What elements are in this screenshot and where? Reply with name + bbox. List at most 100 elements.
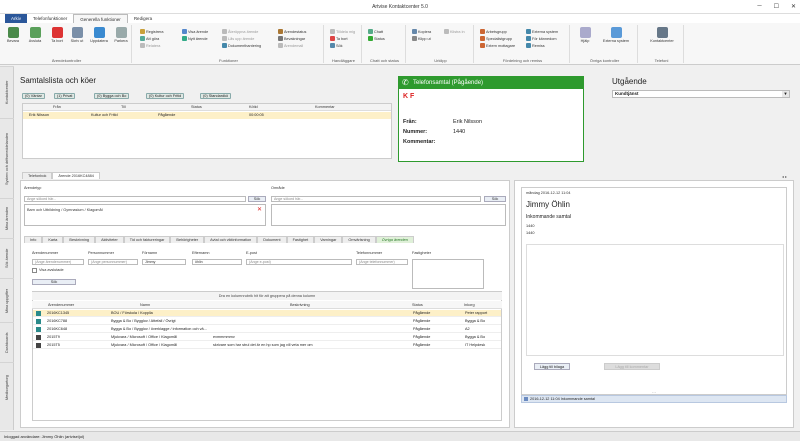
col-beskrivning[interactable]: Beskrivning — [290, 303, 310, 307]
table-row[interactable]: 2016KC1345 BOU / Förskola / Kopplla Pågåen… — [33, 310, 501, 317]
table-row[interactable]: 2015T9 Mjukvara / Microsoft / Office / Kl… — [33, 334, 501, 341]
menu-redigera[interactable]: Redigera — [128, 14, 158, 23]
tab-behorigheter[interactable]: Behörigheter — [170, 236, 205, 243]
att-gora-button[interactable]: Att göra — [140, 36, 159, 41]
col-status[interactable]: Status — [412, 303, 423, 307]
menu-telefonfunktioner[interactable]: Telefonfunktioner — [27, 14, 73, 23]
history-item[interactable]: 2016-12-12 11:04 Inkommande samtal — [521, 395, 787, 403]
relatera-button[interactable]: Relatera — [140, 43, 160, 48]
queue-chip-vantar[interactable]: (0) Väntar — [22, 93, 45, 99]
avsluta-button[interactable]: Avsluta — [26, 27, 44, 43]
arendetyp-search-button[interactable]: Sök — [248, 196, 266, 202]
show-closed-checkbox[interactable] — [32, 268, 37, 273]
queue-chip-standardko[interactable]: (0) Standardkö — [200, 93, 232, 99]
sidebar-item-mina-uppgifter[interactable]: Mina uppgifter — [0, 278, 14, 322]
col-fran[interactable]: Från — [53, 105, 61, 109]
specialistgrupp-button[interactable]: Specialistgrupp — [480, 36, 512, 41]
tab-omvarlsning[interactable]: Omvärlsning — [342, 236, 376, 243]
menu-generella-funktioner[interactable]: Generella funktioner — [73, 14, 128, 23]
tab-ovriga-arenden[interactable]: Övriga ärenden — [375, 236, 414, 243]
col-status[interactable]: Status — [191, 105, 202, 109]
kopiera-button[interactable]: Kopiera — [412, 29, 431, 34]
chevron-down-icon[interactable]: ▾ — [782, 91, 789, 97]
arendestatus-button[interactable]: Ärendestatus — [278, 29, 306, 34]
sok-handlaggare-button[interactable]: Sök — [330, 43, 343, 48]
add-attachment-button[interactable]: Lägg till bilaga — [534, 363, 570, 370]
detail-body[interactable] — [526, 244, 784, 356]
queue-chip-kultur[interactable]: (0) Kultur och Fritid — [146, 93, 185, 99]
extern-mottagare-button[interactable]: Extern mottagare — [480, 43, 515, 48]
arendemall-button[interactable]: Ärendemall — [278, 43, 303, 48]
klipp-ut-button[interactable]: Klipp ut — [412, 36, 431, 41]
remiss-button[interactable]: Remiss — [526, 43, 545, 48]
visa-arende-button[interactable]: Visa ärende — [182, 29, 208, 34]
omrade-input[interactable]: Ange sökord här... — [271, 196, 481, 202]
tab-info[interactable]: Info — [24, 236, 43, 243]
tab-varningar[interactable]: Varningar — [314, 236, 343, 243]
sidebar-item-sok-arende[interactable]: Sök ärende — [0, 238, 14, 278]
externa-system-button[interactable]: Externa system — [598, 27, 634, 43]
for-kannedom-button[interactable]: För kännedom — [526, 36, 556, 41]
ta-bort-button[interactable]: Ta bort — [48, 27, 66, 43]
outgoing-select[interactable]: Kundtjänst ▾ — [612, 90, 790, 98]
table-row[interactable]: 2015T5 Mjukvara / Microsoft / Office / Kl… — [33, 342, 501, 349]
tab-arende[interactable]: Ärende 2016KC4884 — [52, 172, 100, 179]
queue-chip-bygga[interactable]: (0) Bygga och Bo — [94, 93, 130, 99]
table-row[interactable]: 2016KC648 Bygga & Bo / Bygglov / överklag… — [33, 326, 501, 333]
dokumenthantering-button[interactable]: Dokumenthantering — [222, 43, 261, 48]
tab-aktiviteter[interactable]: Aktiviteter — [95, 236, 124, 243]
col-namn[interactable]: Namn — [140, 303, 150, 307]
filter-arendenummer[interactable]: (Ange ärendenummer) — [32, 259, 84, 265]
klistra-in-button[interactable]: Klistra in — [444, 29, 465, 34]
sidebar-item-dashboards[interactable]: Dashboards — [0, 322, 14, 362]
col-inkorg[interactable]: Inkorg — [464, 303, 475, 307]
add-comment-button[interactable]: Lägg till kommentar — [604, 363, 660, 370]
hjalp-button[interactable]: Hjälp — [576, 27, 594, 43]
maximize-icon[interactable]: ☐ — [774, 3, 779, 10]
skriv-ut-button[interactable]: Skriv ut — [68, 27, 86, 43]
sidebar-item-system[interactable]: System och driftsmeddelanden — [0, 118, 14, 198]
filter-telefonnummer[interactable]: (Ange telefonnummer) — [356, 259, 408, 265]
filter-personnummer[interactable]: (Ange personnummer) — [88, 259, 138, 265]
table-row[interactable]: 2016KC788 Bygga & Bo / Bygglov / Attefall… — [33, 318, 501, 325]
bevakningar-button[interactable]: Bevakningar — [278, 36, 305, 41]
registrera-button[interactable]: Registrera — [140, 29, 164, 34]
filter-efternamn[interactable]: öhlin — [192, 259, 242, 265]
status-button[interactable]: Status — [368, 36, 385, 41]
col-kotid[interactable]: Kötid — [249, 105, 258, 109]
uppdatera-button[interactable]: Uppdatera — [90, 27, 108, 43]
col-kommentar[interactable]: Kommentar — [315, 105, 335, 109]
las-upp-arende-button[interactable]: Lås upp ärende — [222, 36, 254, 41]
sidebar-item-kontaktcenter[interactable]: Kontaktcenter — [0, 66, 14, 118]
tilldela-mig-button[interactable]: Tilldela mig — [330, 29, 355, 34]
kontaktcenter-button[interactable]: Kontaktcenter — [644, 27, 680, 43]
col-till[interactable]: Till — [121, 105, 126, 109]
minimize-icon[interactable]: ─ — [757, 3, 761, 10]
bevara-button[interactable]: Bevara — [4, 27, 22, 43]
filter-fastigheter[interactable] — [412, 259, 484, 289]
table-row[interactable]: Erik Nilsson Kultur och Fritid Pågående … — [23, 112, 391, 119]
tab-beskrivning[interactable]: Beskrivning — [63, 236, 96, 243]
nytt-arende-button[interactable]: Nytt ärende — [182, 36, 208, 41]
remove-icon[interactable]: ✕ — [257, 207, 263, 213]
arendetyp-value[interactable]: Barn och Utbildning / Gymnasium / Klagom… — [27, 208, 103, 212]
arbetsgrupp-button[interactable]: Arbetsgrupp — [480, 29, 507, 34]
filter-epost[interactable]: (Ange e-post) — [246, 259, 352, 265]
chatt-button[interactable]: Chatt — [368, 29, 383, 34]
tab-karta[interactable]: Karta — [42, 236, 64, 243]
externa-system-small-button[interactable]: Externa system — [526, 29, 558, 34]
pane-nav-icon[interactable]: ◂ ▸ — [782, 174, 787, 179]
parkera-button[interactable]: Parkera — [112, 27, 130, 43]
sidebar-item-mina-arenden[interactable]: Mina ärenden — [0, 198, 14, 238]
arendetyp-input[interactable]: Ange sökord här... — [24, 196, 246, 202]
search-button[interactable]: Sök — [32, 279, 76, 285]
tab-telefonbok[interactable]: Telefonbok — [22, 172, 53, 179]
ta-bort-handlaggare-button[interactable]: Ta bort — [330, 36, 348, 41]
tab-avtal[interactable]: Avtal och viktinformation — [204, 236, 258, 243]
sidebar-item-medborgartorg[interactable]: Medborgartorg — [0, 362, 14, 412]
ateroppna-arende-button[interactable]: Återöppna ärende — [222, 29, 258, 34]
tab-tid[interactable]: Tid och faktureringar — [123, 236, 171, 243]
omrade-search-button[interactable]: Sök — [484, 196, 506, 202]
queue-chip-privat[interactable]: (1) Privat — [54, 93, 76, 99]
filter-fornamn[interactable]: Jimmy — [142, 259, 186, 265]
